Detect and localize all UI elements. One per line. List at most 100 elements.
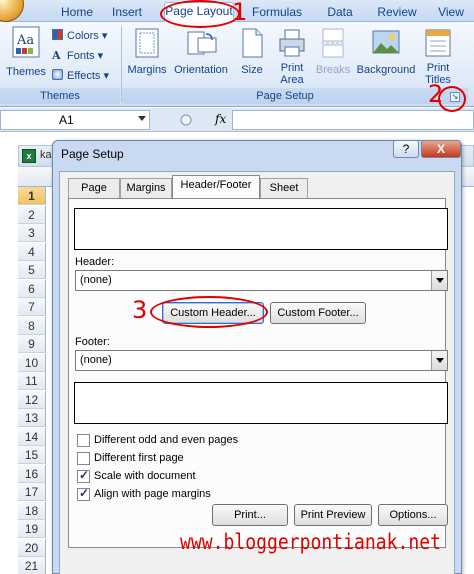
colors-label: Colors: [67, 30, 99, 42]
row-header[interactable]: 1: [18, 187, 46, 205]
print-preview-button[interactable]: Print Preview: [294, 504, 372, 526]
background-image-icon: [372, 30, 400, 54]
printer-icon: [279, 29, 305, 57]
orientation-icon: [187, 31, 217, 55]
row-header[interactable]: 21: [18, 557, 46, 574]
row-header[interactable]: 8: [18, 316, 46, 335]
row-header[interactable]: 6: [18, 279, 46, 298]
row-header[interactable]: 17: [18, 483, 46, 501]
checkbox-different-odd-even[interactable]: [77, 434, 90, 447]
tab-insert[interactable]: Insert: [104, 4, 150, 22]
themes-icon: Aa: [12, 26, 40, 58]
excel-workbook-icon: x: [22, 149, 36, 163]
office-button[interactable]: [0, 0, 24, 22]
themes-group-label: Themes: [40, 90, 80, 102]
print-area-button[interactable]: Print Area: [272, 26, 312, 88]
row-header[interactable]: 7: [18, 298, 46, 316]
name-box[interactable]: A1: [0, 110, 150, 130]
help-button[interactable]: ?: [393, 140, 419, 158]
effects-label: Effects: [67, 70, 101, 82]
tab-header-footer[interactable]: Header/Footer: [172, 175, 260, 199]
size-icon: [242, 28, 263, 58]
footer-select-value: (none): [80, 354, 112, 366]
row-header[interactable]: 16: [18, 464, 46, 483]
print-button[interactable]: Print...: [212, 504, 288, 526]
chevron-down-icon[interactable]: [431, 271, 447, 290]
row-header[interactable]: 9: [18, 335, 46, 353]
chevron-down-icon: ▾: [100, 70, 110, 82]
page-setup-group-label: Page Setup: [256, 90, 314, 102]
breaks-label: Breaks: [315, 64, 351, 76]
tab-review[interactable]: Review: [374, 4, 420, 22]
formula-bar: A1 fx: [0, 108, 474, 132]
row-header[interactable]: 19: [18, 520, 46, 538]
print-titles-icon: [425, 29, 451, 57]
insert-function-button[interactable]: fx: [215, 112, 226, 126]
formula-input[interactable]: [232, 110, 474, 130]
checkbox-align-with-margins[interactable]: [77, 486, 90, 501]
tab-margins[interactable]: Margins: [120, 178, 172, 198]
checkbox-scale-with-document[interactable]: [77, 468, 90, 483]
footer-preview: [74, 382, 448, 424]
svg-text:Aa: Aa: [16, 33, 34, 48]
row-header[interactable]: 11: [18, 372, 46, 390]
page-break-icon: [321, 28, 345, 58]
effects-button[interactable]: Effects ▾: [52, 68, 109, 84]
options-button[interactable]: Options...: [378, 504, 448, 526]
custom-footer-button[interactable]: Custom Footer...: [270, 302, 366, 324]
checkbox-label-different-first-page: Different first page: [94, 452, 184, 464]
row-header[interactable]: 2: [18, 205, 46, 224]
page-setup-dialog: Page Setup ? X Page Margins Header/Foote…: [52, 140, 462, 574]
fonts-button[interactable]: A Fonts ▾: [52, 48, 103, 64]
size-label: Size: [241, 64, 263, 76]
row-header[interactable]: 5: [18, 261, 46, 279]
background-label: Background: [356, 64, 416, 76]
annotation-oval-page-layout: [160, 0, 240, 28]
tab-home[interactable]: Home: [52, 4, 102, 22]
fonts-label: Fonts: [67, 50, 95, 62]
chevron-down-icon[interactable]: [431, 351, 447, 370]
tab-view[interactable]: View: [434, 4, 468, 22]
footer-label: Footer:: [75, 336, 110, 348]
print-area-label-line1: Print: [280, 62, 304, 74]
background-button[interactable]: Background: [354, 26, 418, 86]
tab-data[interactable]: Data: [320, 4, 360, 22]
print-titles-button[interactable]: Print Titles: [420, 26, 456, 88]
row-header[interactable]: 4: [18, 242, 46, 261]
fonts-icon: A: [52, 49, 61, 62]
annotation-oval-launcher: [438, 86, 466, 112]
annotation-step-1: 1: [232, 0, 248, 26]
chevron-down-icon: ▾: [94, 50, 104, 62]
orientation-button[interactable]: Orientation: [170, 26, 232, 86]
row-header[interactable]: 18: [18, 501, 46, 520]
formula-bar-resize-handle[interactable]: [180, 114, 192, 126]
themes-button[interactable]: Aa Themes: [4, 26, 48, 84]
annotation-step-3: 3: [132, 296, 148, 324]
row-header[interactable]: 20: [18, 538, 46, 557]
row-header[interactable]: 15: [18, 446, 46, 464]
margins-button[interactable]: Margins: [124, 26, 170, 86]
row-header[interactable]: 3: [18, 224, 46, 242]
workbook-title: ka: [40, 149, 52, 161]
row-header[interactable]: 12: [18, 390, 46, 409]
row-header[interactable]: 13: [18, 409, 46, 427]
header-preview: [74, 208, 448, 250]
header-select-value: (none): [80, 274, 112, 286]
themes-label: Themes: [6, 66, 46, 78]
name-box-dropdown-icon[interactable]: [138, 116, 146, 121]
footer-select[interactable]: (none): [75, 350, 448, 371]
ribbon: Aa Themes Colors ▾ A Fonts ▾ Effects ▾ Th…: [0, 22, 474, 107]
print-titles-label-line1: Print: [426, 62, 450, 74]
tab-formulas[interactable]: Formulas: [248, 4, 306, 22]
checkbox-different-first-page[interactable]: [77, 452, 90, 465]
tab-sheet[interactable]: Sheet: [260, 178, 308, 198]
chevron-down-icon: ▾: [98, 30, 108, 42]
row-header[interactable]: 14: [18, 427, 46, 446]
colors-button[interactable]: Colors ▾: [52, 28, 107, 44]
breaks-button[interactable]: Breaks: [312, 26, 354, 86]
row-header[interactable]: 10: [18, 353, 46, 372]
tab-page[interactable]: Page: [68, 178, 120, 198]
header-select[interactable]: (none): [75, 270, 448, 291]
close-button[interactable]: X: [421, 140, 461, 158]
size-button[interactable]: Size: [234, 26, 270, 86]
